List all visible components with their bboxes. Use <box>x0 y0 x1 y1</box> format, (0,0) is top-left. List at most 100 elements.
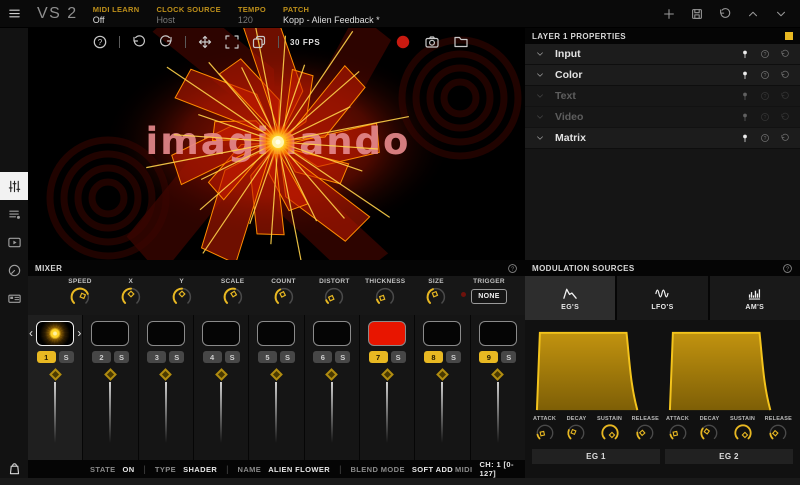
revert-icon[interactable] <box>718 7 732 21</box>
prev-layer-arrow[interactable]: ‹ <box>29 326 33 340</box>
knob-dial[interactable] <box>424 285 448 309</box>
pin-icon[interactable] <box>740 49 750 59</box>
eg2-knob-sustain[interactable]: SUSTAIN <box>730 416 755 444</box>
eg1-knob-decay[interactable]: DECAY <box>565 416 587 444</box>
status-value[interactable]: SOFT ADD <box>412 465 453 474</box>
fader-handle[interactable] <box>491 368 505 381</box>
topbar-field-clock-source[interactable]: CLOCK SOURCE Host <box>156 5 220 25</box>
property-section-video[interactable]: Video? <box>525 107 800 128</box>
eg2-knob-release[interactable]: RELEASE <box>765 416 792 444</box>
eg2-knob-attack[interactable]: ATTACK <box>666 416 689 444</box>
layer-number-button[interactable]: 4 <box>202 351 222 363</box>
mixer-knob-speed[interactable]: SPEED <box>58 278 102 309</box>
chevron-down-icon[interactable] <box>535 91 545 101</box>
layer-fader[interactable] <box>436 368 449 448</box>
help-icon[interactable]: ? <box>760 112 770 122</box>
topbar-field-patch[interactable]: PATCH Kopp - Alien Feedback * <box>283 5 380 25</box>
folder-icon[interactable] <box>453 34 469 50</box>
knob-dial[interactable] <box>272 285 296 309</box>
solo-button[interactable]: S <box>335 351 351 363</box>
status-value[interactable]: SHADER <box>183 465 217 474</box>
layer-number-button[interactable]: 2 <box>91 351 111 363</box>
layer-strip-9[interactable]: 9S <box>470 315 525 460</box>
layer-number-button[interactable]: 9 <box>479 351 499 363</box>
undo-icon[interactable] <box>780 49 790 59</box>
main-menu-button[interactable] <box>0 0 28 28</box>
layer-number-button[interactable]: 3 <box>147 351 167 363</box>
solo-button[interactable]: S <box>445 351 461 363</box>
knob-dial[interactable] <box>373 285 397 309</box>
property-section-input[interactable]: Input? <box>525 44 800 65</box>
help-icon[interactable]: ? <box>782 263 793 274</box>
next-layer-arrow[interactable]: › <box>77 326 81 340</box>
sidebar-item-midi-map-view[interactable] <box>0 284 28 312</box>
pin-icon[interactable] <box>740 133 750 143</box>
tab-ams[interactable]: AM'S <box>709 276 800 320</box>
fader-handle[interactable] <box>436 368 449 381</box>
eg1-knob-sustain[interactable]: SUSTAIN <box>597 416 622 444</box>
layer-fader[interactable] <box>159 368 173 448</box>
layer-strip-3[interactable]: 3S <box>138 315 194 460</box>
sidebar-item-video-view[interactable] <box>0 228 28 256</box>
chevron-down-icon[interactable] <box>535 70 545 80</box>
mixer-knob-thickness[interactable]: THICKNESS <box>363 278 407 309</box>
chevron-down-icon[interactable] <box>535 133 545 143</box>
layer-fader[interactable] <box>104 368 117 448</box>
mixer-knob-distort[interactable]: DISTORT <box>312 278 356 309</box>
knob-dial[interactable] <box>599 422 621 444</box>
pin-icon[interactable] <box>740 91 750 101</box>
layer-strip-7[interactable]: 7S <box>359 315 416 460</box>
knob-dial[interactable] <box>221 285 245 309</box>
redo-icon[interactable] <box>158 34 174 50</box>
layer-fader[interactable] <box>270 368 283 448</box>
layer-number-button[interactable]: 8 <box>423 351 443 363</box>
fader-handle[interactable] <box>159 368 173 381</box>
knob-dial[interactable] <box>170 285 194 309</box>
fader-handle[interactable] <box>325 368 339 381</box>
mixer-knob-size[interactable]: SIZE <box>414 278 458 309</box>
sidebar-item-mixer-view[interactable] <box>0 172 28 200</box>
layer-number-button[interactable]: 1 <box>36 351 56 363</box>
layer-thumbnail-black[interactable] <box>91 321 130 346</box>
layer-number-button[interactable]: 6 <box>313 351 333 363</box>
layer-thumbnail-flower[interactable] <box>36 321 75 346</box>
layer-fader[interactable] <box>491 368 505 448</box>
save-icon[interactable] <box>690 7 704 21</box>
layer-strip-8[interactable]: 8S <box>415 315 471 460</box>
fader-handle[interactable] <box>214 368 228 381</box>
knob-dial[interactable] <box>732 422 754 444</box>
pan-icon[interactable] <box>197 34 213 50</box>
store-button[interactable] <box>0 461 28 476</box>
layer-thumbnail-black[interactable] <box>478 321 517 346</box>
fullscreen-icon[interactable] <box>224 34 240 50</box>
layer-thumbnail-black[interactable] <box>312 321 351 346</box>
eg2-knob-decay[interactable]: DECAY <box>698 416 720 444</box>
solo-button[interactable]: S <box>224 351 240 363</box>
knob-dial[interactable] <box>667 422 689 444</box>
layer-thumbnail-black[interactable] <box>423 321 462 346</box>
layer-strip-2[interactable]: 2S <box>83 315 139 460</box>
solo-button[interactable]: S <box>390 351 406 363</box>
layer-strip-4[interactable]: 4S <box>193 315 250 460</box>
help-icon[interactable]: ? <box>760 133 770 143</box>
status-value[interactable]: ON <box>122 465 134 474</box>
undo-icon[interactable] <box>780 91 790 101</box>
solo-button[interactable]: S <box>169 351 185 363</box>
fader-handle[interactable] <box>48 368 62 381</box>
eg1-knob-release[interactable]: RELEASE <box>632 416 659 444</box>
mixer-knob-y[interactable]: Y <box>160 278 204 309</box>
knob-dial[interactable] <box>68 285 92 309</box>
layer-fader[interactable] <box>325 368 339 448</box>
topbar-field-tempo[interactable]: TEMPO 120 <box>238 5 266 25</box>
chevron-down-icon[interactable] <box>535 112 545 122</box>
undo-icon[interactable] <box>780 133 790 143</box>
sidebar-item-controls-view[interactable] <box>0 256 28 284</box>
layer-number-button[interactable]: 5 <box>257 351 277 363</box>
knob-dial[interactable] <box>119 285 143 309</box>
knob-dial[interactable] <box>634 422 656 444</box>
knob-dial[interactable] <box>322 285 346 309</box>
layer-thumbnail-black[interactable] <box>257 321 296 346</box>
layer-strip-5[interactable]: 5S <box>249 315 305 460</box>
undo-icon[interactable] <box>780 112 790 122</box>
eg1-knob-attack[interactable]: ATTACK <box>533 416 556 444</box>
